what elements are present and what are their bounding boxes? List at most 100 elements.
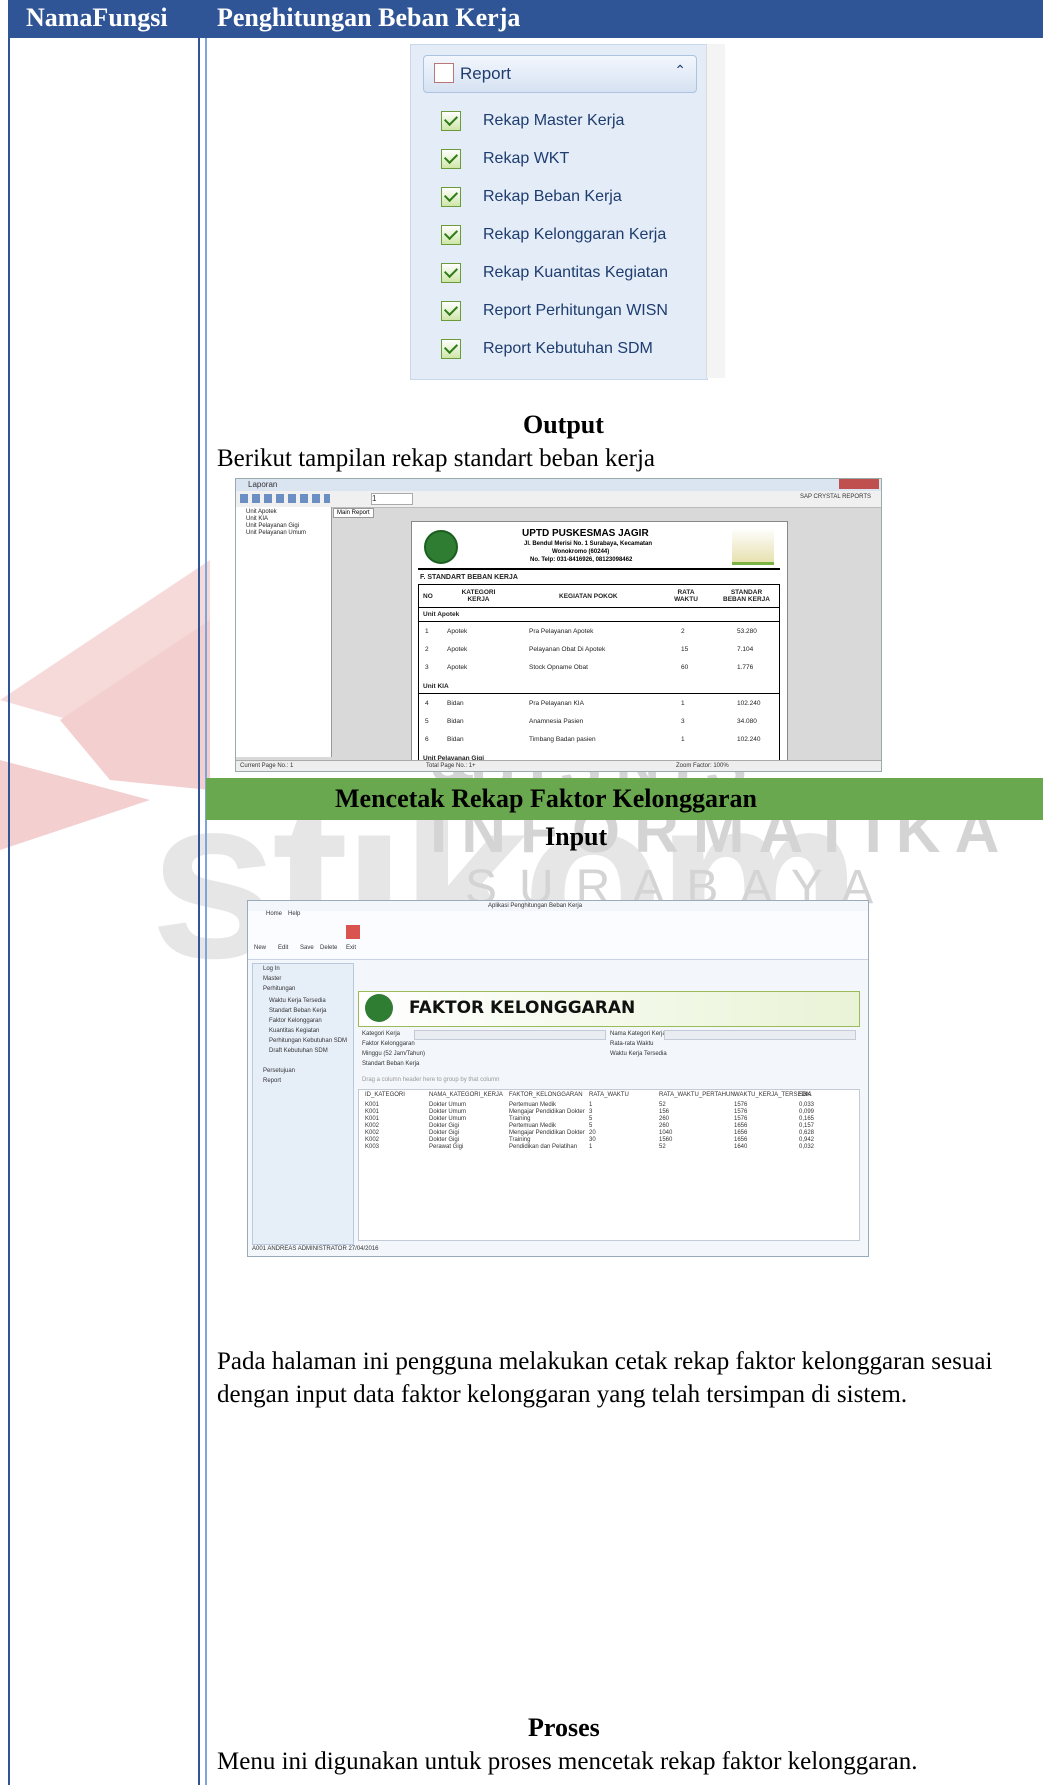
grid-cell[interactable]: 0,165 bbox=[799, 1116, 814, 1122]
grid-cell[interactable]: 0,942 bbox=[799, 1137, 814, 1143]
grid-cell[interactable]: Dokter Umum bbox=[429, 1102, 466, 1108]
tab-home[interactable]: Home bbox=[266, 911, 282, 917]
grid-cell[interactable]: 0,032 bbox=[799, 1144, 814, 1150]
grid-cell[interactable]: K001 bbox=[365, 1116, 379, 1122]
tree-item[interactable]: Unit KIA bbox=[246, 516, 268, 522]
grid-cell[interactable]: Mengajar Pendidikan Dokter bbox=[509, 1109, 585, 1115]
new-button[interactable]: New bbox=[254, 945, 266, 951]
grid-cell[interactable]: Mengajar Pendidikan Dokter bbox=[509, 1130, 585, 1136]
grid-cell[interactable]: Training bbox=[509, 1116, 530, 1122]
tree-item[interactable]: Unit Apotek bbox=[246, 509, 277, 515]
grid-column-header[interactable]: ID_KATEGORI bbox=[365, 1092, 405, 1098]
grid-cell[interactable]: 52 bbox=[659, 1102, 666, 1108]
grid-cell[interactable]: K002 bbox=[365, 1130, 379, 1136]
grid-cell[interactable]: 1 bbox=[589, 1144, 592, 1150]
tree-item[interactable]: Unit Pelayanan Umum bbox=[246, 530, 306, 536]
report-group-header: Unit KIA bbox=[423, 683, 449, 690]
grid-cell[interactable]: 1640 bbox=[734, 1144, 747, 1150]
grid-cell[interactable]: K001 bbox=[365, 1102, 379, 1108]
grid-cell[interactable]: 52 bbox=[659, 1144, 666, 1150]
group-rule bbox=[419, 621, 779, 622]
menu-item-report-kebutuhan-sdm[interactable]: Report Kebutuhan SDM bbox=[441, 333, 701, 365]
grid-cell[interactable]: 20 bbox=[589, 1130, 596, 1136]
grid-cell[interactable]: 5 bbox=[589, 1116, 592, 1122]
grid-cell[interactable]: Dokter Gigi bbox=[429, 1130, 459, 1136]
window-controls[interactable] bbox=[839, 479, 879, 489]
grid-cell[interactable]: 1576 bbox=[734, 1102, 747, 1108]
nav-item[interactable]: Standart Beban Kerja bbox=[269, 1008, 326, 1014]
report-cell-no: 5 bbox=[425, 718, 429, 725]
grid-cell[interactable]: 1656 bbox=[734, 1130, 747, 1136]
menu-item-report-perhitungan-wisn[interactable]: Report Perhitungan WISN bbox=[441, 295, 701, 327]
menu-item-rekap-wkt[interactable]: Rekap WKT bbox=[441, 143, 701, 175]
nav-persetujuan[interactable]: Persetujuan bbox=[263, 1068, 295, 1074]
nav-report[interactable]: Report bbox=[263, 1078, 281, 1084]
menu-scrollbar[interactable] bbox=[706, 44, 725, 378]
delete-button[interactable]: Delete bbox=[320, 945, 337, 951]
grid-cell[interactable]: Dokter Gigi bbox=[429, 1137, 459, 1143]
grid-cell[interactable]: K003 bbox=[365, 1144, 379, 1150]
grid-cell[interactable]: 0,099 bbox=[799, 1109, 814, 1115]
grid-cell[interactable]: 30 bbox=[589, 1137, 596, 1143]
grid-cell[interactable]: 260 bbox=[659, 1123, 669, 1129]
grid-column-header[interactable]: SBK bbox=[799, 1092, 811, 1098]
page-number-box[interactable]: 1 bbox=[371, 493, 413, 505]
save-button[interactable]: Save bbox=[300, 945, 314, 951]
grid-cell[interactable]: Pertemuan Medik bbox=[509, 1123, 556, 1129]
grid-cell[interactable]: Pendidikan dan Pelatihan bbox=[509, 1144, 577, 1150]
grid-column-header[interactable]: RATA_WAKTU bbox=[589, 1092, 629, 1098]
grid-cell[interactable]: K002 bbox=[365, 1123, 379, 1129]
grid-cell[interactable]: Perawat Gigi bbox=[429, 1144, 463, 1150]
grid-cell[interactable]: 0,033 bbox=[799, 1102, 814, 1108]
report-menu-header[interactable]: Report ⌃ bbox=[423, 55, 697, 93]
grid-cell[interactable]: 1576 bbox=[734, 1116, 747, 1122]
grid-cell[interactable]: Dokter Umum bbox=[429, 1116, 466, 1122]
nav-login[interactable]: Log In bbox=[263, 966, 280, 972]
tree-item[interactable]: Unit Pelayanan Gigi bbox=[246, 523, 299, 529]
nav-item[interactable]: Faktor Kelonggaran bbox=[269, 1018, 322, 1024]
grid-cell[interactable]: 1040 bbox=[659, 1130, 672, 1136]
grid-cell[interactable]: 260 bbox=[659, 1116, 669, 1122]
exit-button[interactable]: Exit bbox=[346, 945, 356, 951]
grid-cell[interactable]: K002 bbox=[365, 1137, 379, 1143]
grid-cell[interactable]: Pertemuan Medik bbox=[509, 1102, 556, 1108]
nav-master[interactable]: Master bbox=[263, 976, 281, 982]
nav-panel: Log In Master Perhitungan Waktu Kerja Te… bbox=[252, 963, 354, 1245]
nav-item[interactable]: Perhitungan Kebutuhan SDM bbox=[269, 1038, 347, 1044]
toolbar-icons[interactable] bbox=[240, 494, 330, 503]
report-cell-rata: 60 bbox=[681, 664, 689, 671]
menu-item-rekap-master-kerja[interactable]: Rekap Master Kerja bbox=[441, 105, 701, 137]
grid-cell[interactable]: 1656 bbox=[734, 1137, 747, 1143]
grid-cell[interactable]: 5 bbox=[589, 1123, 592, 1129]
edit-button[interactable]: Edit bbox=[278, 945, 288, 951]
grid-cell[interactable]: 1 bbox=[589, 1102, 592, 1108]
grid-column-header[interactable]: RATA_WAKTU_PERTAHUN bbox=[659, 1092, 735, 1098]
grid-cell[interactable]: 1656 bbox=[734, 1123, 747, 1129]
nav-item[interactable]: Waktu Kerja Tersedia bbox=[269, 998, 326, 1004]
nav-item[interactable]: Kuantitas Kegiatan bbox=[269, 1028, 319, 1034]
tab-help[interactable]: Help bbox=[288, 911, 300, 917]
menu-item-rekap-kuantitas-kegiatan[interactable]: Rekap Kuantitas Kegiatan bbox=[441, 257, 701, 289]
grid-column-header[interactable]: NAMA_KATEGORI_KERJA bbox=[429, 1092, 503, 1098]
grid-cell[interactable]: 1576 bbox=[734, 1109, 747, 1115]
grid-cell[interactable]: 0,157 bbox=[799, 1123, 814, 1129]
report-cell-std: 34.080 bbox=[737, 718, 757, 725]
kategori-dropdown[interactable] bbox=[414, 1030, 606, 1040]
main-report-tab[interactable]: Main Report bbox=[333, 508, 374, 518]
grid-cell[interactable]: 1560 bbox=[659, 1137, 672, 1143]
collapse-chevron-icon[interactable]: ⌃ bbox=[674, 62, 686, 79]
menu-item-rekap-kelonggaran-kerja[interactable]: Rekap Kelonggaran Kerja bbox=[441, 219, 701, 251]
nav-perhitungan[interactable]: Perhitungan bbox=[263, 986, 295, 992]
grid-cell[interactable]: Dokter Umum bbox=[429, 1109, 466, 1115]
grid-cell[interactable]: Dokter Gigi bbox=[429, 1123, 459, 1129]
grid-cell[interactable]: K001 bbox=[365, 1109, 379, 1115]
form-label: Nama Kategori Kerja bbox=[610, 1031, 666, 1037]
nama-kategori-field[interactable] bbox=[664, 1030, 856, 1040]
grid-cell[interactable]: 0,628 bbox=[799, 1130, 814, 1136]
grid-cell[interactable]: Training bbox=[509, 1137, 530, 1143]
grid-cell[interactable]: 3 bbox=[589, 1109, 592, 1115]
grid-column-header[interactable]: FAKTOR_KELONGGARAN bbox=[509, 1092, 583, 1098]
menu-item-rekap-beban-kerja[interactable]: Rekap Beban Kerja bbox=[441, 181, 701, 213]
nav-item[interactable]: Draft Kebutuhan SDM bbox=[269, 1048, 328, 1054]
grid-cell[interactable]: 156 bbox=[659, 1109, 669, 1115]
